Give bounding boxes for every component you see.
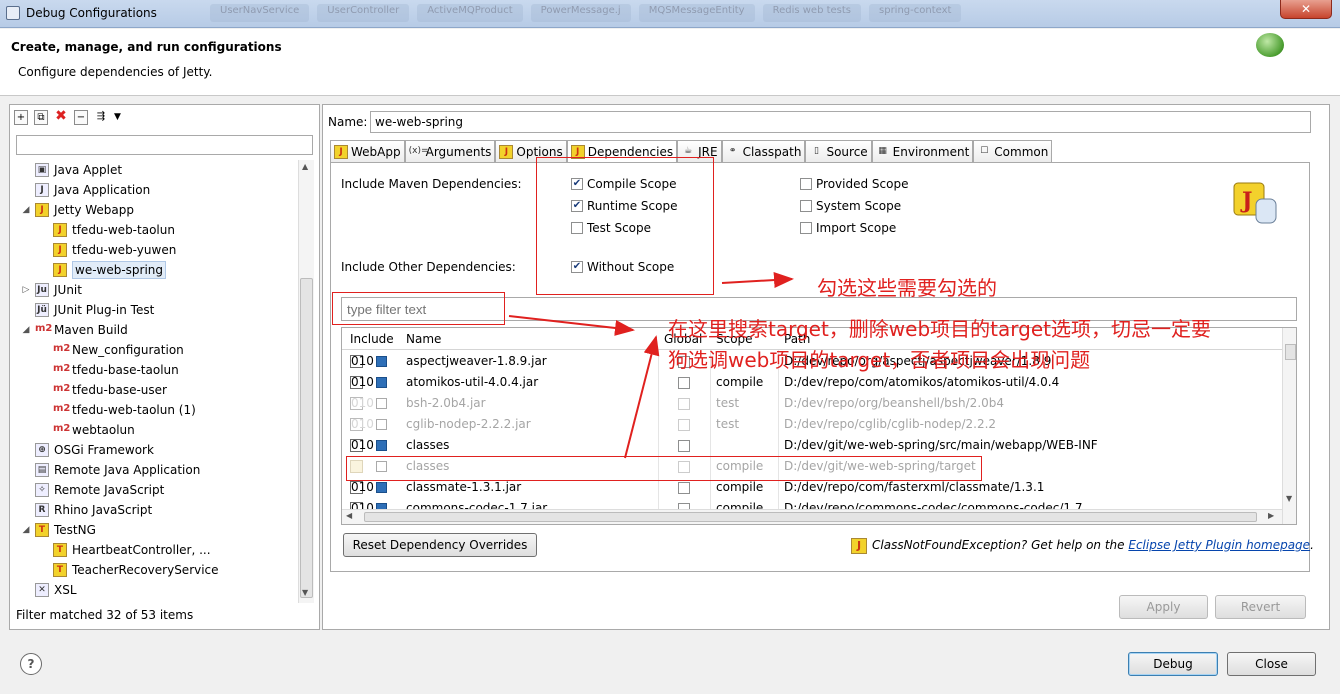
arrow-from-filter — [508, 315, 635, 336]
arrow-to-note1 — [721, 272, 794, 289]
annotation-note1: 勾选这些需要勾选的 — [817, 276, 997, 300]
annotation-note2-line2: 狗选调web项目的target，否者项目会出现问题 — [668, 348, 1091, 372]
arrow-from-target-row — [624, 335, 660, 459]
annotation-note2-line1: 在这里搜索target，删除web项目的target选项，切忌一定要 — [668, 317, 1211, 341]
